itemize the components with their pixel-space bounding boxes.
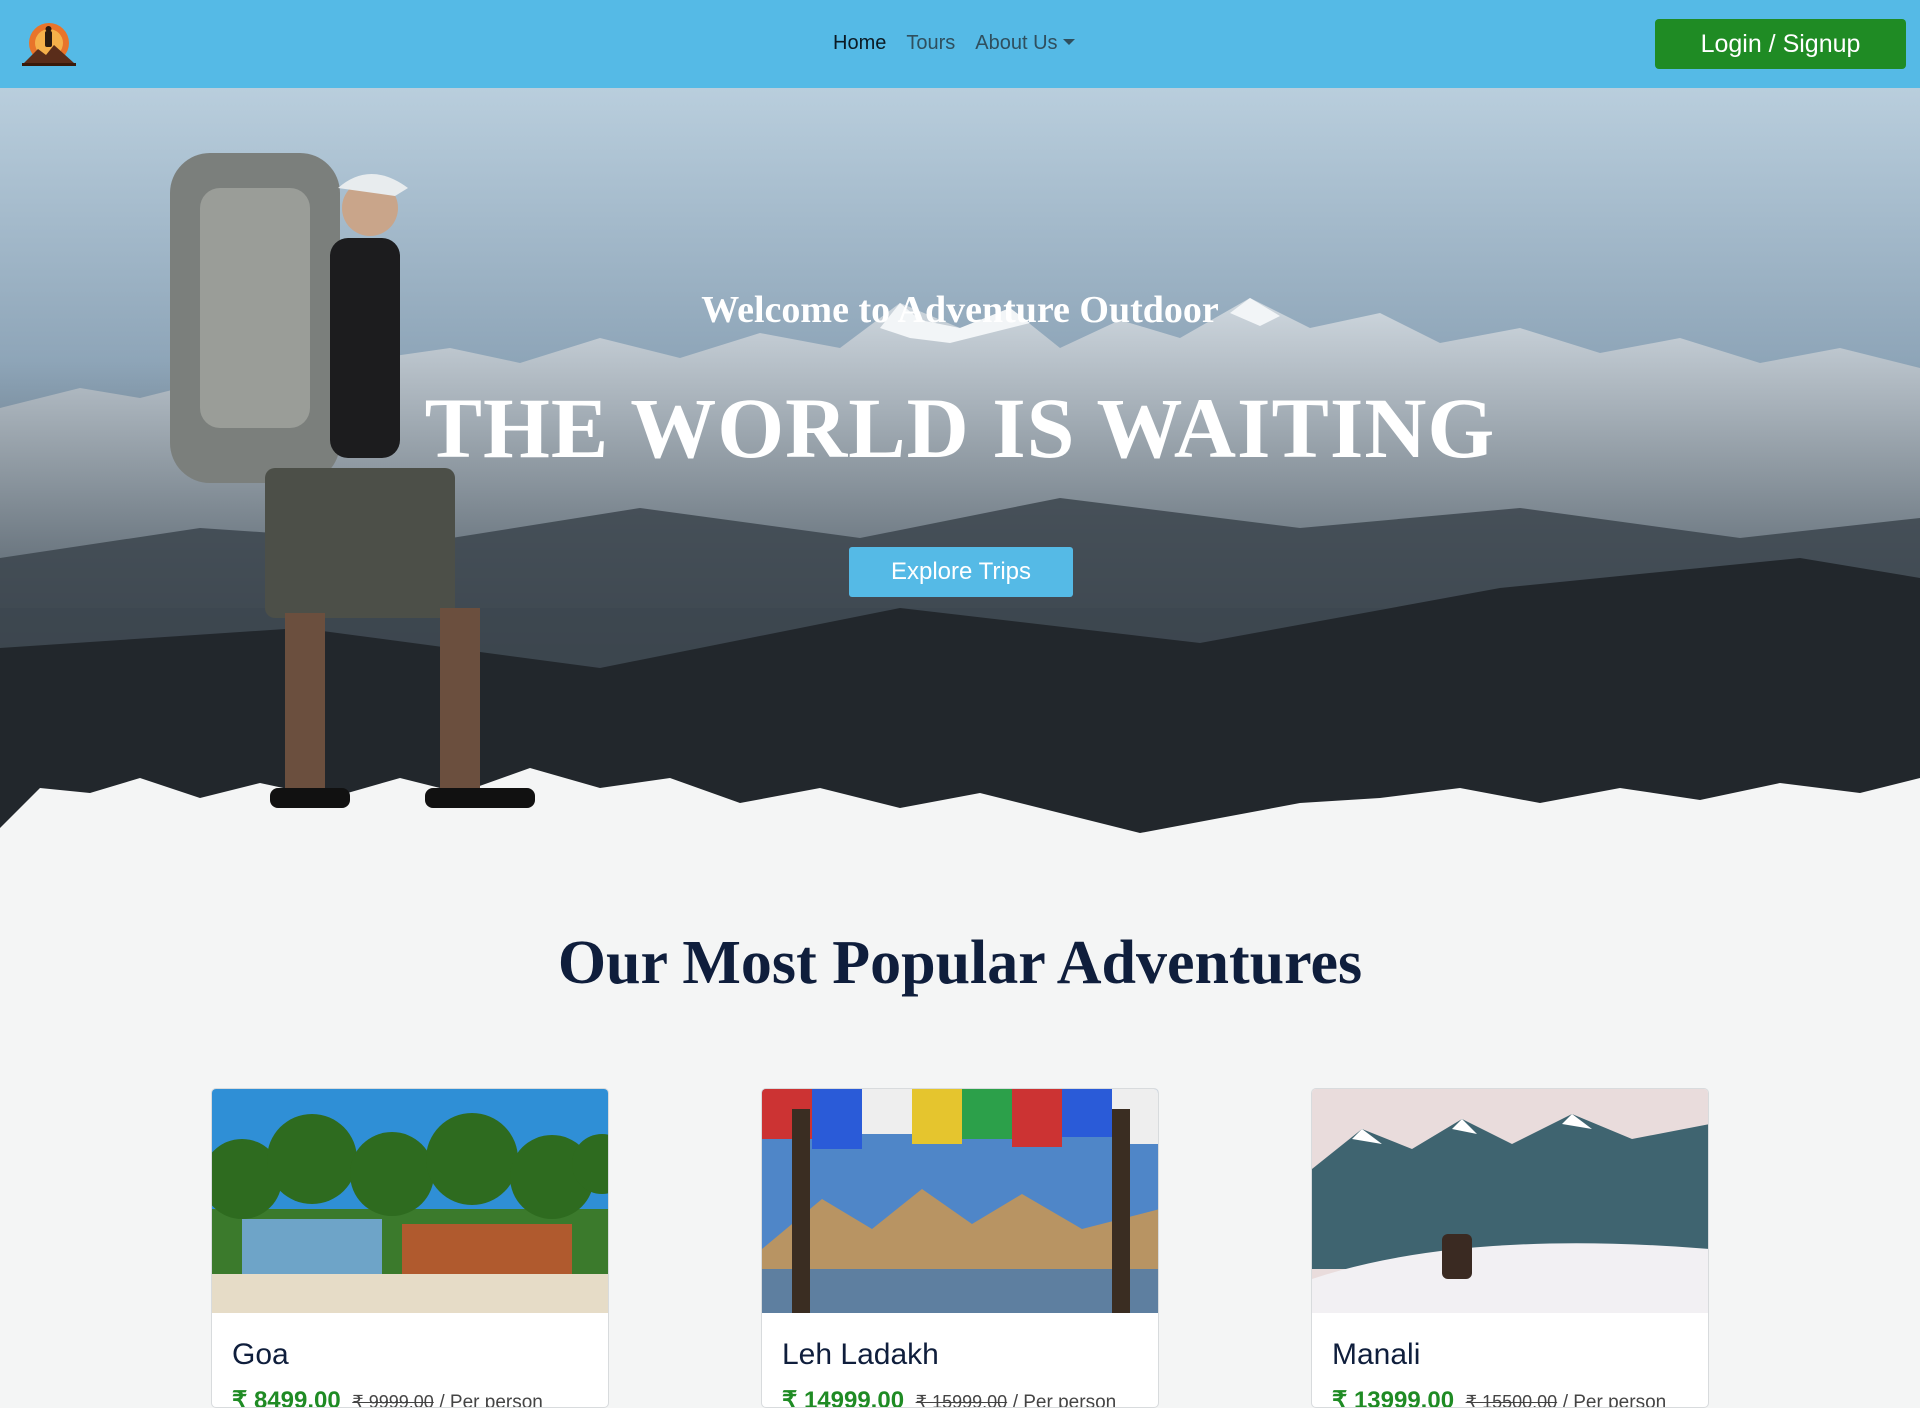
tour-card-manali[interactable]: Manali ₹ 13999.00 ₹ 15500.00 / Per perso…	[1311, 1088, 1709, 1408]
navbar: Home Tours About Us Login / Signup	[0, 0, 1920, 88]
hero-title: THE WORLD IS WAITING	[424, 380, 1496, 476]
hero-background-image	[0, 88, 1920, 868]
hero-subtitle: Welcome to Adventure Outdoor	[701, 289, 1219, 331]
old-price: ₹ 15500.00	[1465, 1392, 1558, 1408]
price: ₹ 8499.00	[232, 1387, 341, 1408]
old-price: ₹ 9999.00	[352, 1392, 434, 1408]
per-person-label: / Per person	[1012, 1392, 1117, 1408]
login-signup-button[interactable]: Login / Signup	[1655, 19, 1906, 69]
nav-about-us[interactable]: About Us	[975, 32, 1075, 55]
price: ₹ 13999.00	[1332, 1387, 1455, 1408]
tour-card-leh-ladakh[interactable]: Leh Ladakh ₹ 14999.00 ₹ 15999.00 / Per p…	[761, 1088, 1159, 1408]
explore-trips-button[interactable]: Explore Trips	[849, 547, 1073, 597]
caret-down-icon	[1062, 39, 1075, 45]
card-title: Goa	[232, 1338, 289, 1371]
card-title: Manali	[1332, 1338, 1421, 1371]
per-person-label: / Per person	[439, 1392, 543, 1408]
per-person-label: / Per person	[1562, 1392, 1667, 1408]
leh-ladakh-image	[762, 1089, 1158, 1313]
nav-tours[interactable]: Tours	[906, 32, 955, 55]
goa-image	[212, 1089, 608, 1313]
card-title: Leh Ladakh	[782, 1338, 939, 1371]
tour-card-goa[interactable]: Goa ₹ 8499.00 ₹ 9999.00 / Per person	[211, 1088, 609, 1408]
manali-image	[1312, 1089, 1708, 1313]
price: ₹ 14999.00	[782, 1387, 905, 1408]
old-price: ₹ 15999.00	[915, 1392, 1008, 1408]
nav-home[interactable]: Home	[833, 32, 886, 55]
logo-icon[interactable]	[18, 19, 80, 69]
nav-about-label: About Us	[975, 32, 1058, 54]
hero-banner: Welcome to Adventure Outdoor THE WORLD I…	[0, 88, 1920, 868]
section-title: Our Most Popular Adventures	[557, 929, 1363, 997]
